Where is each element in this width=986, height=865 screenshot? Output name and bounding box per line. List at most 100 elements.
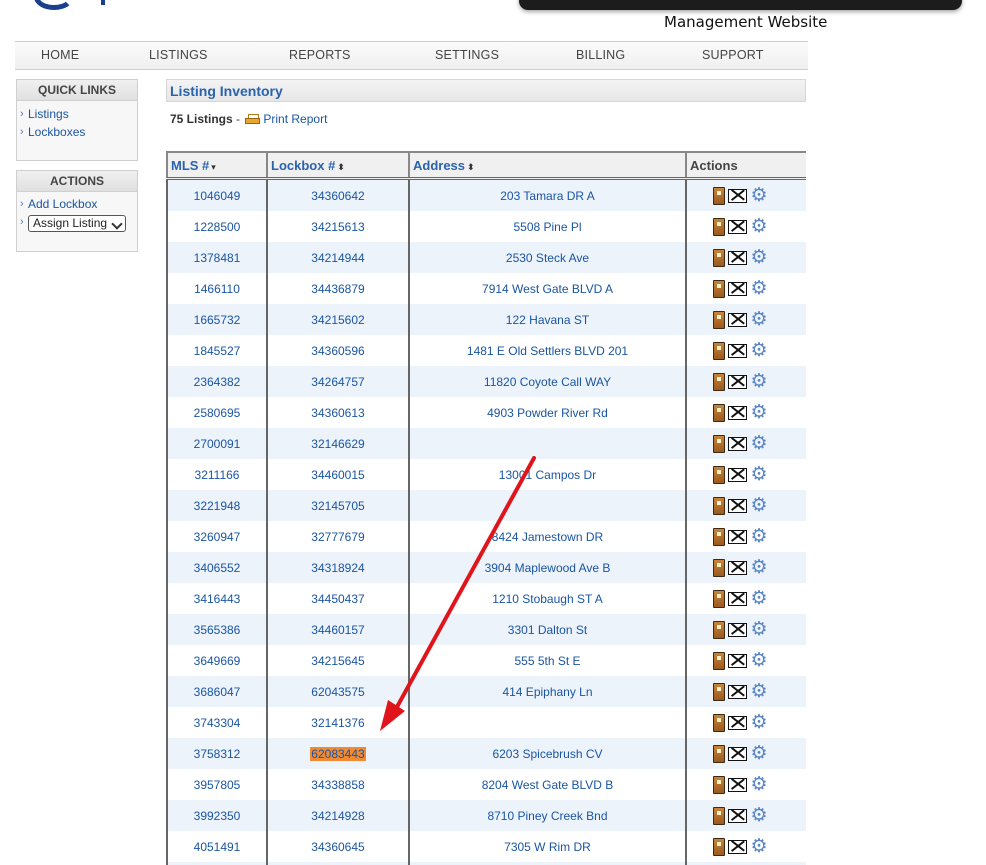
- mail-icon[interactable]: [728, 467, 748, 482]
- assign-listing-select[interactable]: Assign Listing: [28, 215, 126, 232]
- lockbox-number[interactable]: 32777679: [311, 530, 364, 544]
- mls-cell[interactable]: 3221948: [166, 490, 268, 521]
- mls-cell[interactable]: 4051491: [166, 831, 268, 862]
- lockbox-cell[interactable]: 34460015: [266, 459, 410, 490]
- lockbox-number[interactable]: 34360596: [311, 344, 364, 358]
- gear-icon[interactable]: ⚙: [750, 434, 767, 453]
- gear-icon[interactable]: ⚙: [750, 279, 767, 298]
- gear-icon[interactable]: ⚙: [750, 775, 767, 794]
- gear-icon[interactable]: ⚙: [750, 403, 767, 422]
- lockbox-key-icon[interactable]: [713, 186, 726, 205]
- mail-icon[interactable]: [728, 498, 748, 513]
- mls-cell[interactable]: 3211166: [166, 459, 268, 490]
- lockbox-cell[interactable]: 34360596: [266, 335, 410, 366]
- quick-link-lockboxes[interactable]: Lockboxes: [17, 123, 137, 141]
- lockbox-key-icon[interactable]: [713, 434, 726, 453]
- gear-icon[interactable]: ⚙: [750, 217, 767, 236]
- lockbox-number[interactable]: 34318924: [311, 561, 364, 575]
- address-cell[interactable]: 122 Havana ST: [408, 304, 687, 335]
- lockbox-cell[interactable]: 32145705: [266, 490, 410, 521]
- mls-cell[interactable]: 1046049: [166, 178, 268, 211]
- lockbox-number[interactable]: 34215645: [311, 654, 364, 668]
- address-cell[interactable]: 2530 Steck Ave: [408, 242, 687, 273]
- lockbox-cell[interactable]: 34460157: [266, 614, 410, 645]
- mail-icon[interactable]: [728, 715, 748, 730]
- gear-icon[interactable]: ⚙: [750, 744, 767, 763]
- mail-icon[interactable]: [728, 219, 748, 234]
- address-cell[interactable]: 8204 West Gate BLVD B: [408, 769, 687, 800]
- address-cell[interactable]: 11820 Coyote Call WAY: [408, 366, 687, 397]
- mls-cell[interactable]: 3686047: [166, 676, 268, 707]
- lockbox-number[interactable]: 34450437: [311, 592, 364, 606]
- address-cell[interactable]: 555 5th St E: [408, 645, 687, 676]
- lockbox-number[interactable]: 34460157: [311, 623, 364, 637]
- lockbox-cell[interactable]: 34264757: [266, 366, 410, 397]
- lockbox-number[interactable]: 34215613: [311, 220, 364, 234]
- lockbox-number[interactable]: 32141376: [311, 716, 364, 730]
- mls-cell[interactable]: 2700091: [166, 428, 268, 459]
- lockbox-cell[interactable]: 32146629: [266, 428, 410, 459]
- mail-icon[interactable]: [728, 746, 748, 761]
- lockbox-key-icon[interactable]: [713, 279, 726, 298]
- lockbox-number[interactable]: 34360613: [311, 406, 364, 420]
- lockbox-cell[interactable]: 62083443: [266, 738, 410, 769]
- address-cell[interactable]: 3904 Maplewood Ave B: [408, 552, 687, 583]
- lockbox-key-icon[interactable]: [713, 341, 726, 360]
- gear-icon[interactable]: ⚙: [750, 558, 767, 577]
- lockbox-key-icon[interactable]: [713, 465, 726, 484]
- lockbox-key-icon[interactable]: [713, 651, 726, 670]
- lockbox-cell[interactable]: 32141376: [266, 707, 410, 738]
- mail-icon[interactable]: [728, 312, 748, 327]
- lockbox-key-icon[interactable]: [713, 558, 726, 577]
- mail-icon[interactable]: [728, 591, 748, 606]
- mls-cell[interactable]: 3992350: [166, 800, 268, 831]
- lockbox-cell[interactable]: 34360645: [266, 831, 410, 862]
- lockbox-key-icon[interactable]: [713, 496, 726, 515]
- mail-icon[interactable]: [728, 839, 748, 854]
- lockbox-key-icon[interactable]: [713, 713, 726, 732]
- gear-icon[interactable]: ⚙: [750, 310, 767, 329]
- lockbox-key-icon[interactable]: [713, 682, 726, 701]
- mls-cell[interactable]: 3758312: [166, 738, 268, 769]
- add-lockbox-link[interactable]: Add Lockbox: [17, 195, 137, 213]
- lockbox-number[interactable]: 32146629: [311, 437, 364, 451]
- lockbox-cell[interactable]: 34214944: [266, 242, 410, 273]
- lockbox-key-icon[interactable]: [713, 806, 726, 825]
- lockbox-key-icon[interactable]: [713, 589, 726, 608]
- col-mls[interactable]: MLS # ▾: [166, 151, 268, 180]
- lockbox-cell[interactable]: 34360613: [266, 397, 410, 428]
- lockbox-cell[interactable]: 34215613: [266, 211, 410, 242]
- mls-cell[interactable]: 1378481: [166, 242, 268, 273]
- mls-cell[interactable]: 2580695: [166, 397, 268, 428]
- lockbox-cell[interactable]: 34450437: [266, 583, 410, 614]
- lockbox-cell[interactable]: 32777679: [266, 521, 410, 552]
- quick-link-listings[interactable]: Listings: [17, 105, 137, 123]
- lockbox-cell[interactable]: 34215602: [266, 304, 410, 335]
- lockbox-cell[interactable]: 34318924: [266, 552, 410, 583]
- nav-listings[interactable]: LISTINGS: [149, 48, 208, 62]
- mls-cell[interactable]: 3743304: [166, 707, 268, 738]
- gear-icon[interactable]: ⚙: [750, 651, 767, 670]
- lockbox-key-icon[interactable]: [713, 837, 726, 856]
- col-lockbox[interactable]: Lockbox # ⬍: [266, 151, 410, 180]
- gear-icon[interactable]: ⚙: [750, 465, 767, 484]
- gear-icon[interactable]: ⚙: [750, 496, 767, 515]
- lockbox-cell[interactable]: 62043575: [266, 676, 410, 707]
- address-cell[interactable]: 1210 Stobaugh ST A: [408, 583, 687, 614]
- address-cell[interactable]: 7914 West Gate BLVD A: [408, 273, 687, 304]
- printer-icon[interactable]: [245, 114, 261, 124]
- lockbox-key-icon[interactable]: [713, 620, 726, 639]
- mls-cell[interactable]: 3416443: [166, 583, 268, 614]
- nav-billing[interactable]: BILLING: [576, 48, 625, 62]
- lockbox-cell[interactable]: 34436879: [266, 273, 410, 304]
- lockbox-cell[interactable]: 34360642: [266, 178, 410, 211]
- mail-icon[interactable]: [728, 281, 748, 296]
- gear-icon[interactable]: ⚙: [750, 248, 767, 267]
- lockbox-number[interactable]: 34338858: [311, 778, 364, 792]
- mls-cell[interactable]: 3260947: [166, 521, 268, 552]
- gear-icon[interactable]: ⚙: [750, 682, 767, 701]
- address-cell[interactable]: [408, 490, 687, 521]
- address-cell[interactable]: [408, 428, 687, 459]
- lockbox-number[interactable]: 34214928: [311, 809, 364, 823]
- lockbox-number[interactable]: 34436879: [311, 282, 364, 296]
